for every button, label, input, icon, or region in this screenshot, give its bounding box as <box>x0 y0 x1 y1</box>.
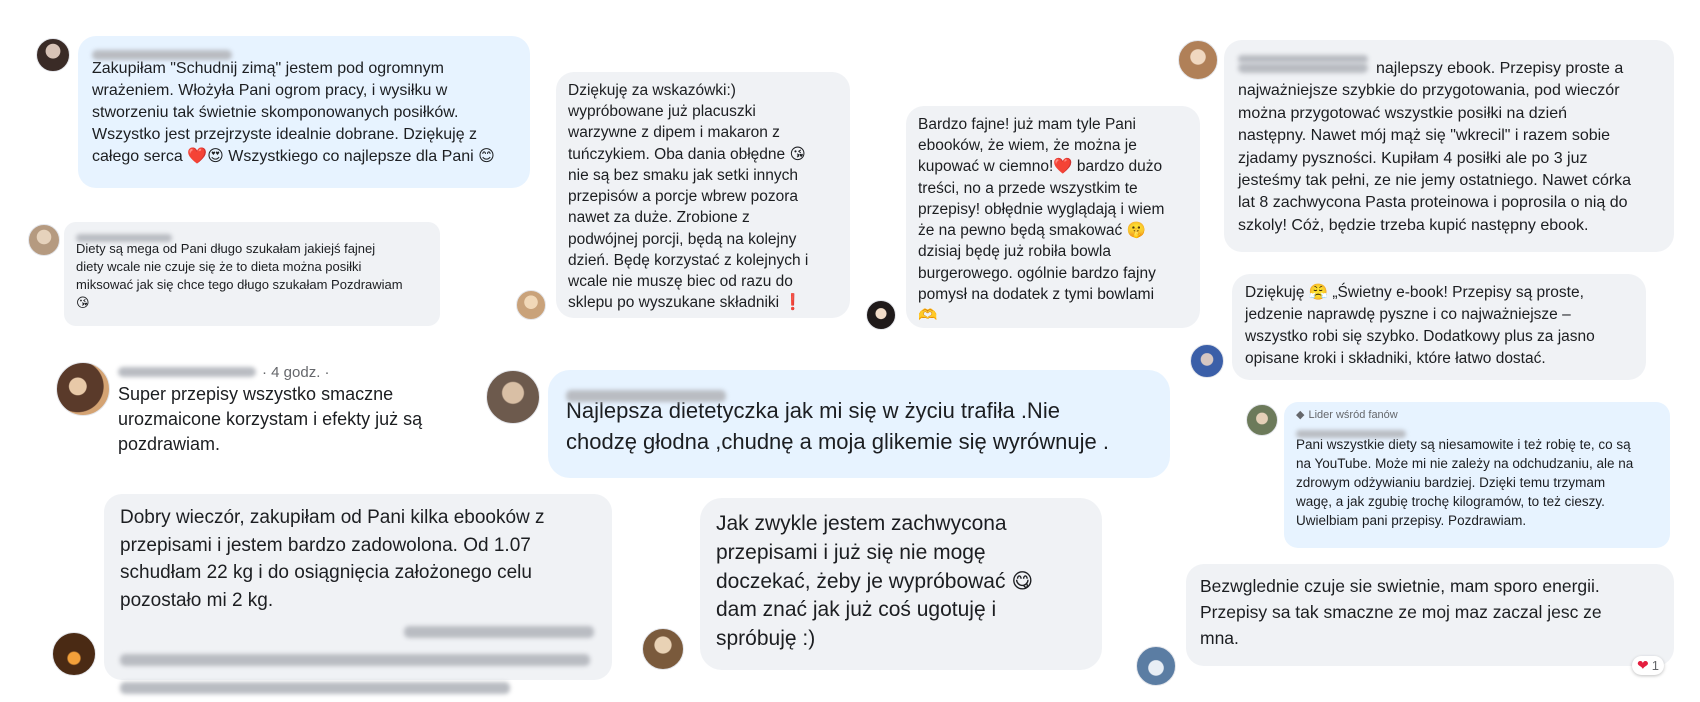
comment-bubble: Diety są mega od Pani długo szukałam jak… <box>64 222 440 326</box>
avatar[interactable] <box>486 370 540 424</box>
commenter-name-blurred[interactable] <box>1296 424 1658 439</box>
comment-text-blurred <box>1238 63 1368 73</box>
heart-icon: ❤ <box>1637 657 1649 673</box>
comment-text-blurred <box>120 646 590 674</box>
commenter-name-blurred[interactable] <box>92 44 516 60</box>
comment-text: Super przepisy wszystko smaczne urozmaic… <box>118 384 423 455</box>
comment-bubble: Bezwglednie czuje sie swietnie, mam spor… <box>1186 564 1674 666</box>
diamond-icon: ◆ <box>1296 409 1305 421</box>
comment-timestamp[interactable]: · 4 godz. · <box>262 362 330 383</box>
comment-text: Zakupiłam "Schudnij zimą" jestem pod ogr… <box>92 60 495 166</box>
comment-text: Bezwglednie czuje sie swietnie, mam spor… <box>1200 576 1602 648</box>
comment-bubble: Bardzo fajne! już mam tyle Pani ebooków,… <box>906 106 1200 328</box>
comment-bubble: ◆ Lider wśród fanów Pani wszystkie diety… <box>1284 402 1670 548</box>
comment-text: Najlepsza dietetyczka jak mi się w życiu… <box>566 398 1109 454</box>
commenter-name-blurred[interactable] <box>566 380 1152 403</box>
comment-text: Pani wszystkie diety są niesamowite i te… <box>1296 436 1634 529</box>
comment-text: Dziękuję za wskazówki:) wypróbowane już … <box>568 82 809 312</box>
avatar[interactable] <box>36 38 70 72</box>
avatar[interactable] <box>52 632 96 676</box>
avatar[interactable] <box>1246 404 1278 436</box>
comment-text-blurred <box>404 618 594 646</box>
avatar[interactable] <box>56 362 110 416</box>
avatar[interactable] <box>28 224 60 256</box>
comment-text: Dziękuję 😤 „Świetny e-book! Przepisy są … <box>1245 284 1595 367</box>
avatar[interactable] <box>1190 344 1224 378</box>
reaction-count[interactable]: ❤ 1 <box>1632 656 1664 675</box>
commenter-name-blurred[interactable] <box>1238 48 1660 63</box>
comment-text: Bardzo fajne! już mam tyle Pani ebooków,… <box>918 116 1165 325</box>
comment-text: Diety są mega od Pani długo szukałam jak… <box>76 241 403 310</box>
commenter-name-blurred[interactable] <box>76 228 428 242</box>
avatar[interactable] <box>1136 646 1176 686</box>
comment-bubble: Dziękuję za wskazówki:) wypróbowane już … <box>556 72 850 318</box>
avatar[interactable] <box>866 300 896 330</box>
avatar[interactable] <box>642 628 684 670</box>
commenter-name-blurred[interactable] <box>118 367 256 377</box>
comment-text: najlepszy ebook. Przepisy proste a najwa… <box>1238 60 1632 234</box>
comment-text: Dobry wieczór, zakupiłam od Pani kilka e… <box>120 507 545 612</box>
comment-text-blurred <box>120 674 510 702</box>
comment-plain: · 4 godz. · Super przepisy wszystko smac… <box>118 362 478 458</box>
comment-bubble: Najlepsza dietetyczka jak mi się w życiu… <box>548 370 1170 478</box>
comment-text: Jak zwykle jestem zachwycona przepisami … <box>716 512 1034 651</box>
comment-bubble: Dziękuję 😤 „Świetny e-book! Przepisy są … <box>1232 274 1646 380</box>
comment-bubble: Dobry wieczór, zakupiłam od Pani kilka e… <box>104 494 612 694</box>
comment-bubble: Jak zwykle jestem zachwycona przepisami … <box>700 498 1102 670</box>
reaction-count-label: 1 <box>1651 658 1659 673</box>
avatar[interactable] <box>516 290 546 320</box>
comment-bubble: Zakupiłam "Schudnij zimą" jestem pod ogr… <box>78 36 530 188</box>
top-fan-badge[interactable]: ◆ Lider wśród fanów <box>1296 408 1658 424</box>
avatar[interactable] <box>1178 40 1218 80</box>
badge-label: Lider wśród fanów <box>1308 409 1398 421</box>
comment-bubble: najlepszy ebook. Przepisy proste a najwa… <box>1224 40 1674 252</box>
